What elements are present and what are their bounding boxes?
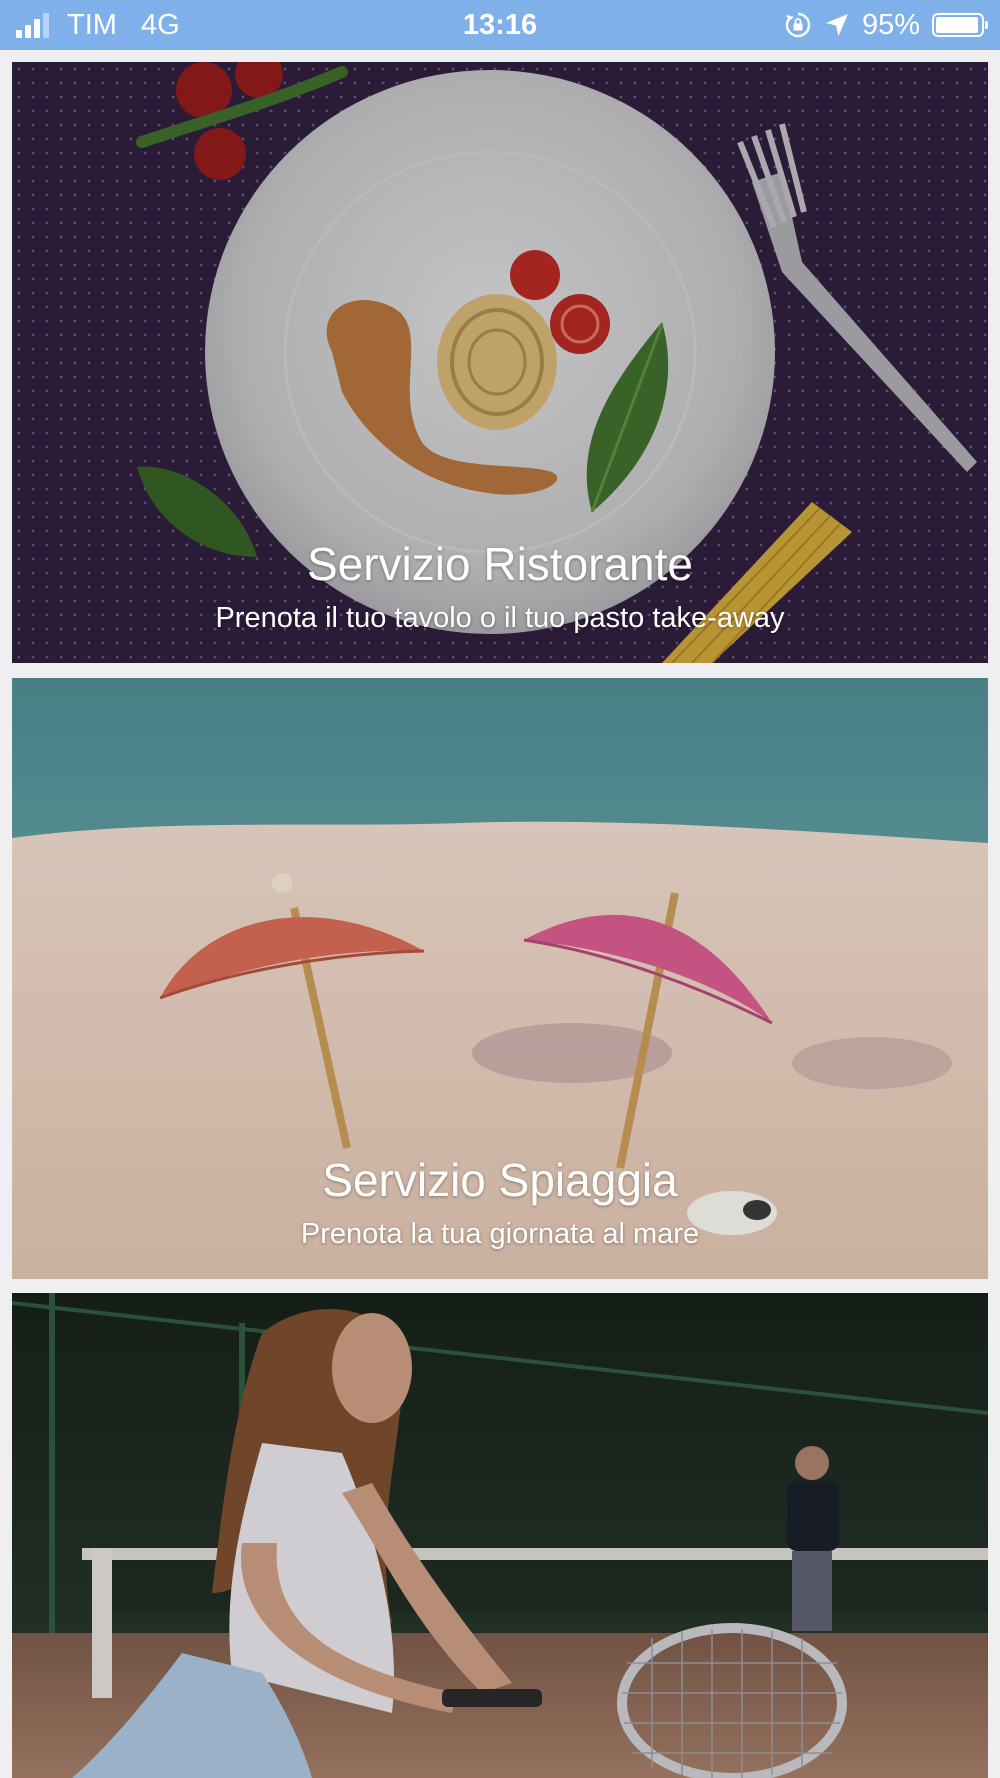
battery-percent: 95% [861, 8, 920, 41]
card-image-overlay [12, 1293, 988, 1778]
service-card-spiaggia[interactable]: Servizio Spiaggia Prenota la tua giornat… [12, 678, 988, 1279]
network-type: 4G [140, 8, 180, 41]
clock-time: 13:16 [462, 8, 538, 41]
signal-icon [16, 12, 49, 38]
card-subtitle: Prenota il tuo tavolo o il tuo pasto tak… [215, 602, 785, 634]
orientation-lock-icon [784, 11, 812, 39]
location-arrow-icon [824, 12, 850, 38]
status-bar-right: 95% [784, 0, 988, 50]
card-title: Servizio Spiaggia [322, 1154, 678, 1206]
status-bar-left: TIM 4G [16, 0, 180, 50]
card-subtitle: Prenota la tua giornata al mare [300, 1218, 700, 1250]
carrier-name: TIM [67, 8, 117, 41]
battery-fill [936, 17, 978, 33]
status-bar: TIM 4G 13:16 95% [0, 0, 1000, 50]
service-card-ristorante[interactable]: Servizio Ristorante Prenota il tuo tavol… [12, 62, 988, 663]
battery-icon [932, 13, 988, 37]
service-card-tennis[interactable] [12, 1293, 988, 1778]
card-title: Servizio Ristorante [306, 538, 694, 590]
